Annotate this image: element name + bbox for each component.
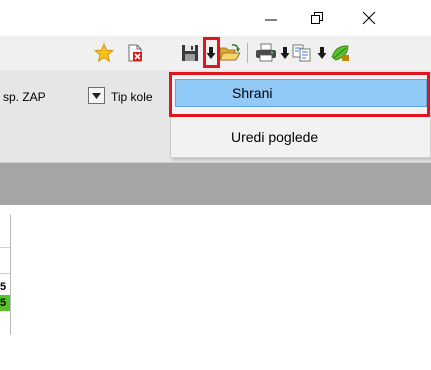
- star-icon: [94, 43, 114, 63]
- restore-button[interactable]: [294, 0, 340, 36]
- menu-item-label: Shrani: [232, 85, 273, 101]
- filter-label-tip: Tip kole: [111, 90, 153, 104]
- export-button[interactable]: [292, 42, 314, 64]
- close-button[interactable]: [346, 0, 392, 36]
- save-button[interactable]: [179, 42, 201, 64]
- chevron-down-icon: [92, 92, 101, 99]
- open-folder-button[interactable]: [219, 42, 241, 64]
- main-toolbar: [0, 36, 431, 70]
- save-icon: [182, 45, 198, 61]
- toolbar-separator: [247, 43, 248, 63]
- delete-document-button[interactable]: [124, 42, 146, 64]
- minimize-button[interactable]: [248, 0, 294, 36]
- grid-line: [0, 273, 10, 274]
- menu-separator: [175, 115, 427, 116]
- favorite-button[interactable]: [93, 42, 115, 64]
- save-dropdown-arrow[interactable]: [206, 46, 216, 60]
- grid-cell-highlighted[interactable]: 5: [0, 295, 10, 311]
- minimize-icon: [265, 19, 277, 21]
- export-dropdown-arrow[interactable]: [317, 46, 327, 60]
- filter-label-sp-zap: sp. ZAP: [3, 90, 46, 104]
- arrow-down-icon: [317, 47, 327, 59]
- arrow-down-icon: [280, 47, 290, 59]
- print-dropdown-arrow[interactable]: [280, 46, 290, 60]
- tools-icon: [331, 45, 349, 61]
- menu-item-uredi-poglede[interactable]: Uredi poglede: [175, 123, 427, 151]
- arrow-down-icon: [206, 47, 216, 59]
- print-button[interactable]: [255, 42, 277, 64]
- grid-header-bar: [0, 163, 431, 205]
- menu-item-label: Uredi poglede: [231, 129, 319, 145]
- grid-column: 5 5: [0, 215, 11, 335]
- save-dropdown-menu: Shrani Uredi poglede: [170, 72, 431, 158]
- filter-dropdown-button[interactable]: [88, 87, 105, 104]
- delete-document-icon: [128, 44, 142, 62]
- grid-line: [0, 247, 10, 248]
- tools-button[interactable]: [330, 42, 352, 64]
- open-folder-icon: [219, 44, 241, 61]
- export-icon: [292, 44, 311, 62]
- print-icon: [256, 43, 276, 62]
- restore-icon: [311, 12, 323, 24]
- close-icon: [362, 11, 376, 25]
- data-grid: 5 5: [0, 205, 431, 370]
- grid-cell[interactable]: 5: [0, 279, 10, 295]
- menu-item-shrani[interactable]: Shrani: [175, 79, 427, 107]
- window-titlebar: [0, 0, 431, 36]
